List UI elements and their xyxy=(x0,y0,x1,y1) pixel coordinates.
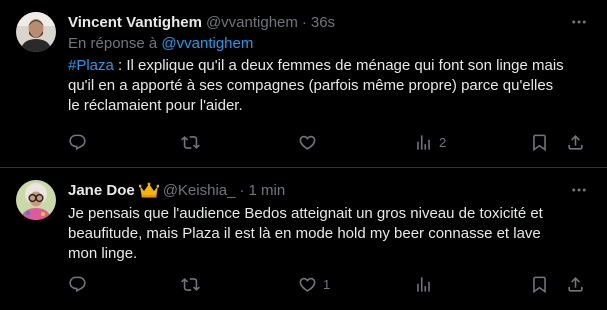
bookmark-icon xyxy=(533,276,546,293)
crown-icon xyxy=(138,182,159,198)
reply-icon xyxy=(69,276,86,292)
tweet-text: Je pensais que l'audience Bedos atteigna… xyxy=(68,205,543,262)
tweet-text: #Plaza : Il explique qu'il a deux femmes… xyxy=(68,56,568,116)
bookmark-button[interactable] xyxy=(530,133,549,152)
author-handle[interactable]: @vvantighem xyxy=(206,14,298,31)
bookmark-button[interactable] xyxy=(530,275,549,294)
tweet-header: Vincent Vantighem @vvantighem · 36s xyxy=(68,12,591,32)
reply-prefix: En réponse à xyxy=(68,35,158,52)
author-name[interactable]: Jane Doe xyxy=(68,182,135,199)
more-options-button[interactable] xyxy=(567,12,591,32)
avatar-column xyxy=(16,12,68,167)
reply-icon xyxy=(69,134,86,150)
like-button[interactable] xyxy=(298,133,323,152)
hashtag-link[interactable]: #Plaza xyxy=(68,57,114,74)
reply-button[interactable] xyxy=(68,133,93,152)
more-icon xyxy=(572,20,586,24)
retweet-icon xyxy=(181,277,200,291)
views-chart-icon xyxy=(417,276,430,292)
more-icon xyxy=(572,188,586,192)
action-bar: 1 xyxy=(68,274,591,294)
retweet-button[interactable] xyxy=(181,275,206,294)
share-button[interactable] xyxy=(566,133,585,152)
like-count: 1 xyxy=(323,276,331,292)
action-bar: 2 xyxy=(68,132,591,152)
share-icon xyxy=(568,276,583,292)
reply-button[interactable] xyxy=(68,275,93,294)
views-chart-icon xyxy=(417,134,430,150)
timeline: Vincent Vantighem @vvantighem · 36s En r… xyxy=(0,0,607,310)
more-options-button[interactable] xyxy=(567,180,591,200)
tweet-header: Jane Doe @Keishia_ · 1 min xyxy=(68,180,591,200)
timestamp[interactable]: 36s xyxy=(311,14,335,31)
avatar-column xyxy=(16,180,68,310)
like-button[interactable]: 1 xyxy=(298,275,330,294)
retweet-icon xyxy=(181,135,200,149)
avatar[interactable] xyxy=(16,12,56,52)
heart-icon xyxy=(299,277,316,292)
tweet-body: Jane Doe @Keishia_ · 1 min Je pensais qu… xyxy=(68,180,591,310)
views-button[interactable]: 2 xyxy=(414,133,446,152)
timestamp[interactable]: 1 min xyxy=(248,182,285,199)
avatar[interactable] xyxy=(16,180,56,220)
author-name[interactable]: Vincent Vantighem xyxy=(68,14,202,31)
retweet-button[interactable] xyxy=(181,133,206,152)
tweet-body: Vincent Vantighem @vvantighem · 36s En r… xyxy=(68,12,591,167)
author-handle[interactable]: @Keishia_ xyxy=(163,182,236,199)
tweet-text-content: : Il explique qu'il a deux femmes de mén… xyxy=(68,57,564,114)
reply-context: En réponse à @vvantighem xyxy=(68,34,591,54)
heart-icon xyxy=(299,135,316,150)
reply-mention-link[interactable]: @vvantighem xyxy=(161,35,253,52)
views-button[interactable] xyxy=(414,275,439,294)
views-count: 2 xyxy=(439,134,447,150)
separator-dot: · xyxy=(301,13,307,31)
separator-dot: · xyxy=(239,181,245,199)
share-icon xyxy=(568,134,583,150)
tweet[interactable]: Vincent Vantighem @vvantighem · 36s En r… xyxy=(0,0,607,168)
tweet[interactable]: Jane Doe @Keishia_ · 1 min Je pensais qu… xyxy=(0,168,607,310)
bookmark-icon xyxy=(533,134,546,151)
share-button[interactable] xyxy=(566,275,585,294)
